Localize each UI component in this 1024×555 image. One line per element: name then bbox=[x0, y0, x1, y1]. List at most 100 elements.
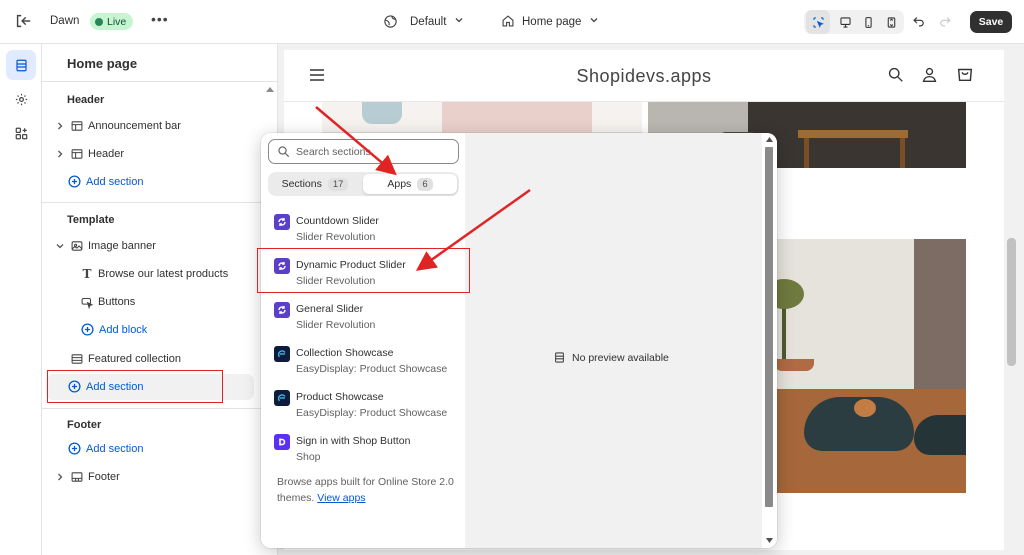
fullscreen-icon bbox=[887, 16, 895, 28]
divider bbox=[42, 81, 278, 82]
app-name: Collection Showcase bbox=[296, 347, 394, 359]
section-item-image-banner[interactable]: Image banner bbox=[54, 237, 156, 255]
add-section-popover: Sections 17 Apps 6 Countdown Slider Slid… bbox=[261, 133, 777, 548]
tab-label: Sections bbox=[281, 178, 322, 190]
plus-circle-icon bbox=[81, 323, 94, 336]
context-selector[interactable]: Default bbox=[410, 15, 464, 28]
popover-preview-pane: No preview available bbox=[465, 133, 762, 548]
footer-icon bbox=[71, 472, 83, 482]
section-item-label: Header bbox=[88, 148, 125, 160]
count-badge: 17 bbox=[327, 177, 349, 191]
sections-icon bbox=[15, 59, 27, 71]
tab-apps[interactable]: Apps 6 bbox=[363, 174, 457, 194]
count-badge: 6 bbox=[417, 177, 433, 191]
mobile-view-button[interactable] bbox=[856, 10, 880, 34]
chevron-right-icon[interactable] bbox=[54, 471, 66, 483]
globe-icon[interactable] bbox=[383, 14, 398, 29]
section-icon bbox=[71, 149, 83, 159]
redo-icon[interactable] bbox=[938, 14, 952, 28]
app-name: General Slider bbox=[296, 303, 364, 315]
section-item-announcement-bar[interactable]: Announcement bar bbox=[54, 117, 181, 135]
scroll-up-icon[interactable] bbox=[266, 86, 274, 92]
tab-sections[interactable]: Sections 17 bbox=[270, 174, 360, 194]
block-item-buttons[interactable]: Buttons bbox=[80, 293, 135, 311]
add-block-label: Add block bbox=[99, 323, 148, 336]
live-dot-icon bbox=[95, 17, 103, 26]
more-actions-button[interactable]: ••• bbox=[151, 11, 169, 27]
app-item[interactable]: General Slider Slider Revolution bbox=[261, 297, 465, 341]
inspector-toggle[interactable] bbox=[806, 10, 830, 34]
fullscreen-button[interactable] bbox=[879, 10, 903, 34]
scroll-up-icon[interactable] bbox=[766, 136, 773, 142]
app-item[interactable]: Collection Showcase EasyDisplay: Product… bbox=[261, 341, 465, 385]
chevron-down-icon bbox=[590, 18, 598, 23]
template-group-label: Template bbox=[67, 214, 115, 226]
popover-tabs: Sections 17 Apps 6 bbox=[268, 172, 459, 196]
sections-sidebar: Home page Header Announcement bar Header… bbox=[42, 44, 278, 555]
chevron-down-icon[interactable] bbox=[54, 240, 66, 252]
plus-circle-icon bbox=[68, 175, 81, 188]
section-item-label: Announcement bar bbox=[88, 120, 181, 132]
section-item-label: Image banner bbox=[88, 240, 156, 252]
app-item[interactable]: Countdown Slider Slider Revolution bbox=[261, 209, 465, 253]
add-section-header[interactable]: Add section bbox=[68, 175, 143, 188]
button-icon bbox=[81, 297, 94, 309]
tab-label: Apps bbox=[387, 178, 412, 190]
plus-circle-icon bbox=[68, 442, 81, 455]
left-rail bbox=[0, 44, 42, 555]
app-vendor: Slider Revolution bbox=[296, 319, 376, 331]
save-button[interactable]: Save bbox=[970, 11, 1012, 33]
block-item-text[interactable]: T Browse our latest products bbox=[80, 265, 229, 283]
app-item[interactable]: Sign in with Shop Button Shop bbox=[261, 429, 465, 473]
mobile-icon bbox=[864, 16, 872, 28]
app-vendor: EasyDisplay: Product Showcase bbox=[296, 363, 448, 375]
home-icon bbox=[502, 15, 514, 27]
chevron-right-icon[interactable] bbox=[54, 120, 66, 132]
search-input[interactable] bbox=[296, 145, 446, 158]
block-item-label: Buttons bbox=[98, 296, 136, 308]
no-preview-message: No preview available bbox=[553, 351, 669, 364]
context-label: Default bbox=[410, 16, 447, 28]
gear-icon bbox=[15, 93, 27, 105]
view-mode-group bbox=[804, 10, 904, 34]
text-icon: T bbox=[82, 267, 92, 281]
undo-icon[interactable] bbox=[912, 14, 926, 28]
add-section-label: Add section bbox=[86, 442, 144, 455]
search-icon[interactable] bbox=[887, 66, 904, 83]
sections-nav-button[interactable] bbox=[6, 50, 36, 80]
template-label: Home page bbox=[522, 16, 582, 28]
app-embeds-button[interactable] bbox=[6, 118, 36, 148]
scroll-down-icon[interactable] bbox=[766, 538, 773, 544]
view-apps-link[interactable]: View apps bbox=[317, 492, 365, 504]
block-item-label: Browse our latest products bbox=[98, 268, 229, 280]
add-section-footer[interactable]: Add section bbox=[68, 442, 143, 455]
highlight-box-app-item bbox=[257, 248, 470, 293]
section-item-featured-collection[interactable]: Featured collection bbox=[70, 350, 181, 368]
chevron-right-icon[interactable] bbox=[54, 148, 66, 160]
app-name: Sign in with Shop Button bbox=[296, 435, 411, 447]
add-block[interactable]: Add block bbox=[81, 323, 147, 336]
app-name: Countdown Slider bbox=[296, 215, 379, 227]
app-vendor: Shop bbox=[296, 451, 321, 463]
section-item-header[interactable]: Header bbox=[54, 145, 124, 163]
section-item-label: Footer bbox=[88, 471, 120, 483]
highlight-box-add-section bbox=[47, 370, 223, 403]
preview-scrollbar-thumb[interactable] bbox=[1007, 238, 1016, 366]
search-icon bbox=[278, 146, 290, 158]
desktop-view-button[interactable] bbox=[833, 10, 857, 34]
theme-name: Dawn bbox=[50, 15, 80, 27]
template-selector[interactable]: Home page bbox=[522, 15, 599, 28]
section-item-footer[interactable]: Footer bbox=[54, 468, 120, 486]
exit-icon[interactable] bbox=[14, 12, 32, 30]
easydisplay-icon bbox=[274, 346, 290, 362]
section-icon bbox=[71, 121, 83, 131]
app-vendor: EasyDisplay: Product Showcase bbox=[296, 407, 448, 419]
live-label: Live bbox=[107, 15, 127, 28]
slider-revolution-icon bbox=[274, 214, 290, 230]
popover-scrollbar-thumb[interactable] bbox=[765, 147, 773, 507]
cart-icon[interactable] bbox=[956, 65, 974, 83]
app-item[interactable]: Product Showcase EasyDisplay: Product Sh… bbox=[261, 385, 465, 429]
search-field[interactable] bbox=[268, 139, 459, 164]
account-icon[interactable] bbox=[921, 66, 938, 83]
theme-settings-button[interactable] bbox=[6, 84, 36, 114]
